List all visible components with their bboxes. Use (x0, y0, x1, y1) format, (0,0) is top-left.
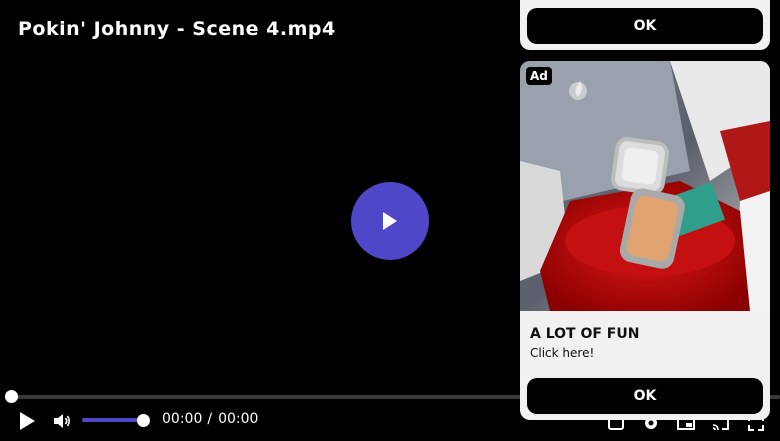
duration: 00:00 (218, 411, 259, 427)
big-play-button[interactable] (351, 182, 429, 260)
ad-headline[interactable]: A LOT OF FUN (530, 326, 639, 342)
ad-image[interactable] (520, 61, 770, 311)
top-ad-card: OK (520, 0, 770, 50)
play-icon[interactable] (16, 410, 38, 432)
top-ad-ok-button[interactable]: OK (527, 8, 763, 44)
progress-handle[interactable] (5, 390, 18, 403)
volume-handle[interactable] (137, 414, 150, 427)
time-separator: / (207, 411, 213, 427)
volume-icon[interactable] (52, 411, 72, 431)
current-time: 00:00 (162, 411, 203, 427)
ad-ok-button[interactable]: OK (527, 378, 763, 414)
ad-badge: Ad (526, 67, 552, 85)
big-play-icon (383, 212, 397, 230)
ad-subtext[interactable]: Click here! (530, 346, 594, 360)
time-display: 00:00/00:00 (162, 411, 258, 427)
volume-slider[interactable] (82, 418, 144, 422)
ad-card[interactable]: Ad A LOT OF FUN Click here! OK (520, 61, 770, 420)
video-title: Pokin' Johnny - Scene 4.mp4 (18, 18, 336, 40)
